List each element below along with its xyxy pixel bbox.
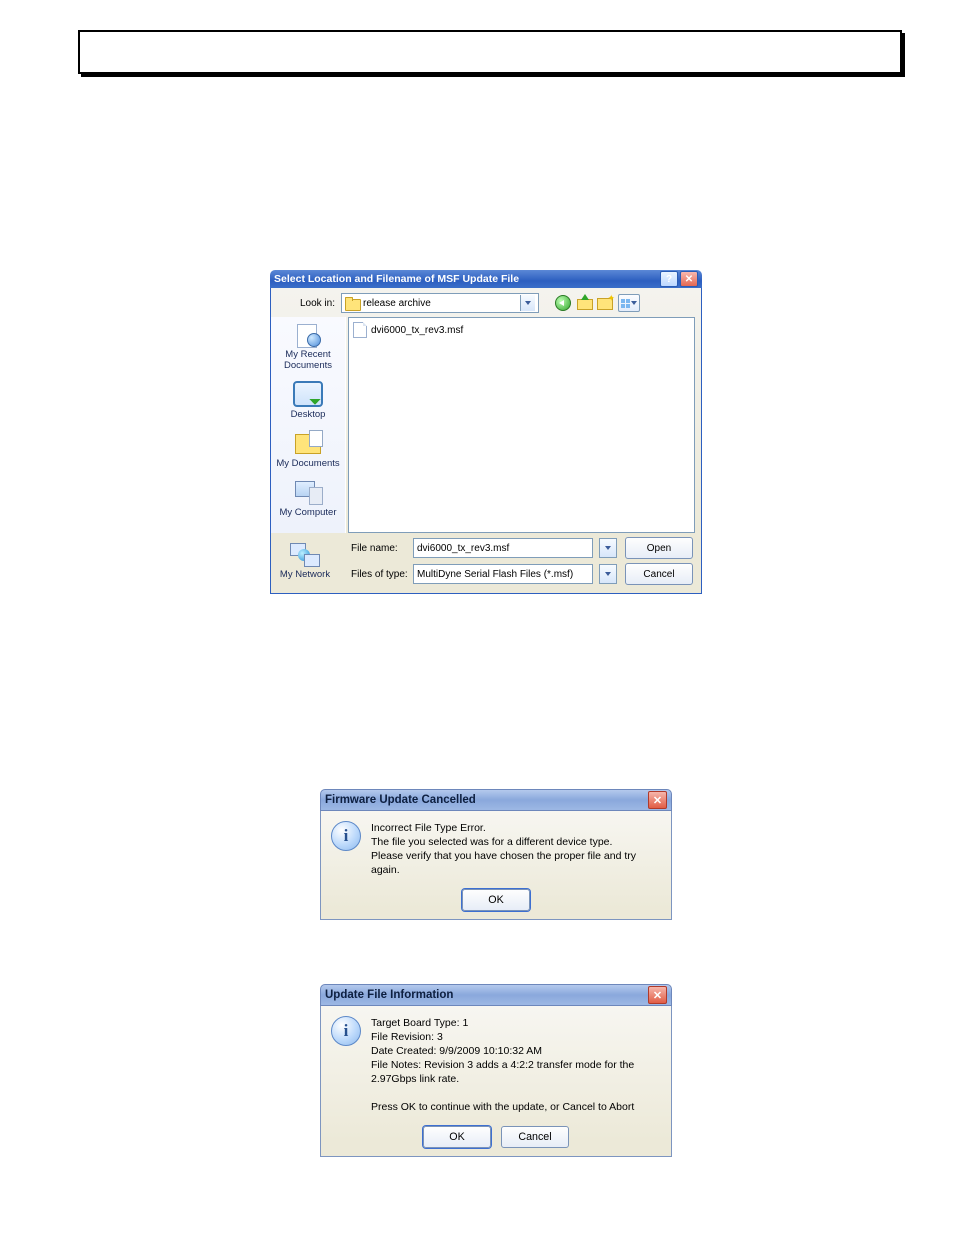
file-name-value: dvi6000_tx_rev3.msf xyxy=(417,543,509,554)
chevron-down-icon xyxy=(605,572,611,576)
folder-icon xyxy=(345,297,359,309)
close-icon: ✕ xyxy=(653,794,662,807)
chevron-down-icon xyxy=(520,295,535,311)
close-icon: ✕ xyxy=(653,989,662,1002)
dialog-title: Firmware Update Cancelled xyxy=(325,794,648,806)
cancel-button-label: Cancel xyxy=(518,1131,551,1143)
place-label: My Network xyxy=(271,569,339,580)
help-button[interactable]: ? xyxy=(660,271,678,287)
file-name-label: File name: xyxy=(351,543,407,554)
document-header-bar xyxy=(78,30,902,74)
dialog-title: Update File Information xyxy=(325,989,648,1001)
cancel-button[interactable]: Cancel xyxy=(501,1126,569,1148)
place-label: My Computer xyxy=(274,507,342,518)
close-button[interactable]: ✕ xyxy=(680,271,698,287)
ok-button[interactable]: OK xyxy=(423,1126,491,1148)
chevron-down-icon xyxy=(605,546,611,550)
look-in-dropdown[interactable]: release archive xyxy=(341,293,539,313)
open-button[interactable]: Open xyxy=(625,537,693,559)
place-label: My Recent Documents xyxy=(274,349,342,371)
file-name-text: dvi6000_tx_rev3.msf xyxy=(371,325,463,336)
folder-up-icon xyxy=(577,296,591,310)
place-recent-documents[interactable]: My Recent Documents xyxy=(274,319,342,375)
info-icon xyxy=(331,821,361,851)
place-label: My Documents xyxy=(274,458,342,469)
open-button-label: Open xyxy=(647,543,671,554)
my-computer-icon xyxy=(293,479,323,505)
file-open-dialog: Select Location and Filename of MSF Upda… xyxy=(270,270,702,590)
message-text: Target Board Type: 1 File Revision: 3 Da… xyxy=(371,1016,661,1114)
place-my-network[interactable]: My Network xyxy=(271,539,339,584)
my-network-icon xyxy=(290,541,320,567)
ok-button-label: OK xyxy=(488,894,503,906)
new-folder-button[interactable] xyxy=(597,295,613,311)
arrow-back-icon xyxy=(555,295,571,311)
close-button[interactable]: ✕ xyxy=(648,986,667,1004)
file-list-item[interactable]: dvi6000_tx_rev3.msf xyxy=(353,322,690,338)
views-menu-button[interactable] xyxy=(618,294,640,312)
file-type-dropdown-arrow[interactable] xyxy=(599,564,617,584)
look-in-value: release archive xyxy=(363,298,516,309)
close-button[interactable]: ✕ xyxy=(648,791,667,809)
dialog-titlebar[interactable]: Firmware Update Cancelled ✕ xyxy=(320,789,672,811)
new-folder-icon xyxy=(597,296,613,310)
update-file-information-dialog: Update File Information ✕ Target Board T… xyxy=(320,984,672,1157)
help-icon: ? xyxy=(666,274,672,285)
chevron-down-icon xyxy=(631,301,637,305)
info-icon xyxy=(331,1016,361,1046)
file-list-pane[interactable]: dvi6000_tx_rev3.msf xyxy=(348,317,695,533)
look-in-label: Look in: xyxy=(271,298,335,309)
file-type-value: MultiDyne Serial Flash Files (*.msf) xyxy=(417,569,573,580)
my-documents-icon xyxy=(293,430,323,456)
up-one-level-button[interactable] xyxy=(576,295,592,311)
cancel-button[interactable]: Cancel xyxy=(625,563,693,585)
file-type-label: Files of type: xyxy=(351,569,407,580)
place-my-documents[interactable]: My Documents xyxy=(274,428,342,473)
cancel-button-label: Cancel xyxy=(643,569,674,580)
dialog-title: Select Location and Filename of MSF Upda… xyxy=(274,273,660,285)
file-name-history-dropdown[interactable] xyxy=(599,538,617,558)
place-label: Desktop xyxy=(274,409,342,420)
ok-button[interactable]: OK xyxy=(462,889,530,911)
back-button[interactable] xyxy=(555,295,571,311)
dialog-titlebar[interactable]: Update File Information ✕ xyxy=(320,984,672,1006)
dialog-titlebar[interactable]: Select Location and Filename of MSF Upda… xyxy=(270,270,702,288)
file-icon xyxy=(353,322,367,338)
place-desktop[interactable]: Desktop xyxy=(274,379,342,424)
firmware-update-cancelled-dialog: Firmware Update Cancelled ✕ Incorrect Fi… xyxy=(320,789,672,920)
places-bar: My Recent Documents Desktop My Documents… xyxy=(271,317,346,533)
file-type-dropdown[interactable]: MultiDyne Serial Flash Files (*.msf) xyxy=(413,564,593,584)
close-icon: ✕ xyxy=(685,274,693,285)
desktop-icon xyxy=(293,381,323,407)
ok-button-label: OK xyxy=(449,1131,464,1143)
message-text: Incorrect File Type Error. The file you … xyxy=(371,821,661,877)
recent-documents-icon xyxy=(293,321,323,347)
place-my-computer[interactable]: My Computer xyxy=(274,477,342,522)
views-grid-icon xyxy=(621,299,630,308)
file-name-input[interactable]: dvi6000_tx_rev3.msf xyxy=(413,538,593,558)
